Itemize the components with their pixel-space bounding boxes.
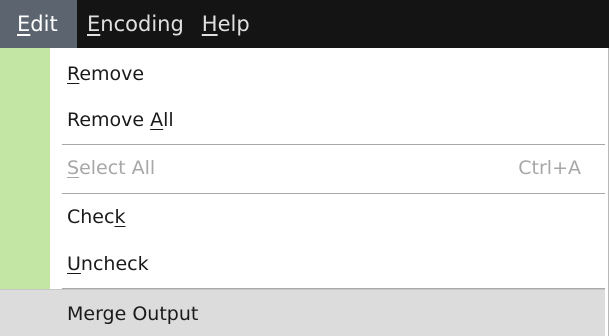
menu-item-merge-output-label: Merge Output [67, 302, 199, 325]
menu-item-remove-all-label: Remove All [67, 108, 174, 131]
edit-dropdown-menu: Remove Remove All Select All Ctrl+A Chec… [0, 48, 609, 336]
menu-item-merge-output[interactable]: Merge Output [0, 289, 605, 336]
app-window: Edit Encoding Help Remove Remove All Sel… [0, 0, 609, 336]
menu-item-check[interactable]: Check [0, 193, 605, 240]
menu-encoding[interactable]: Encoding [77, 0, 193, 48]
menu-edit[interactable]: Edit [0, 0, 77, 48]
menu-help[interactable]: Help [193, 0, 259, 48]
menu-item-uncheck[interactable]: Uncheck [0, 240, 605, 287]
menu-encoding-label: Encoding [87, 12, 184, 36]
menu-bar: Edit Encoding Help [0, 0, 609, 48]
menu-item-check-label: Check [67, 205, 126, 228]
menu-edit-label: Edit [17, 12, 58, 36]
menu-item-remove[interactable]: Remove [0, 50, 605, 97]
menu-item-select-all-shortcut: Ctrl+A [518, 156, 581, 179]
menu-item-uncheck-label: Uncheck [67, 252, 149, 275]
menu-item-remove-all[interactable]: Remove All [0, 96, 605, 143]
menu-item-select-all[interactable]: Select All Ctrl+A [0, 144, 605, 191]
menu-item-select-all-label: Select All [67, 156, 156, 179]
menu-item-remove-label: Remove [67, 62, 145, 85]
menu-help-label: Help [201, 12, 250, 36]
